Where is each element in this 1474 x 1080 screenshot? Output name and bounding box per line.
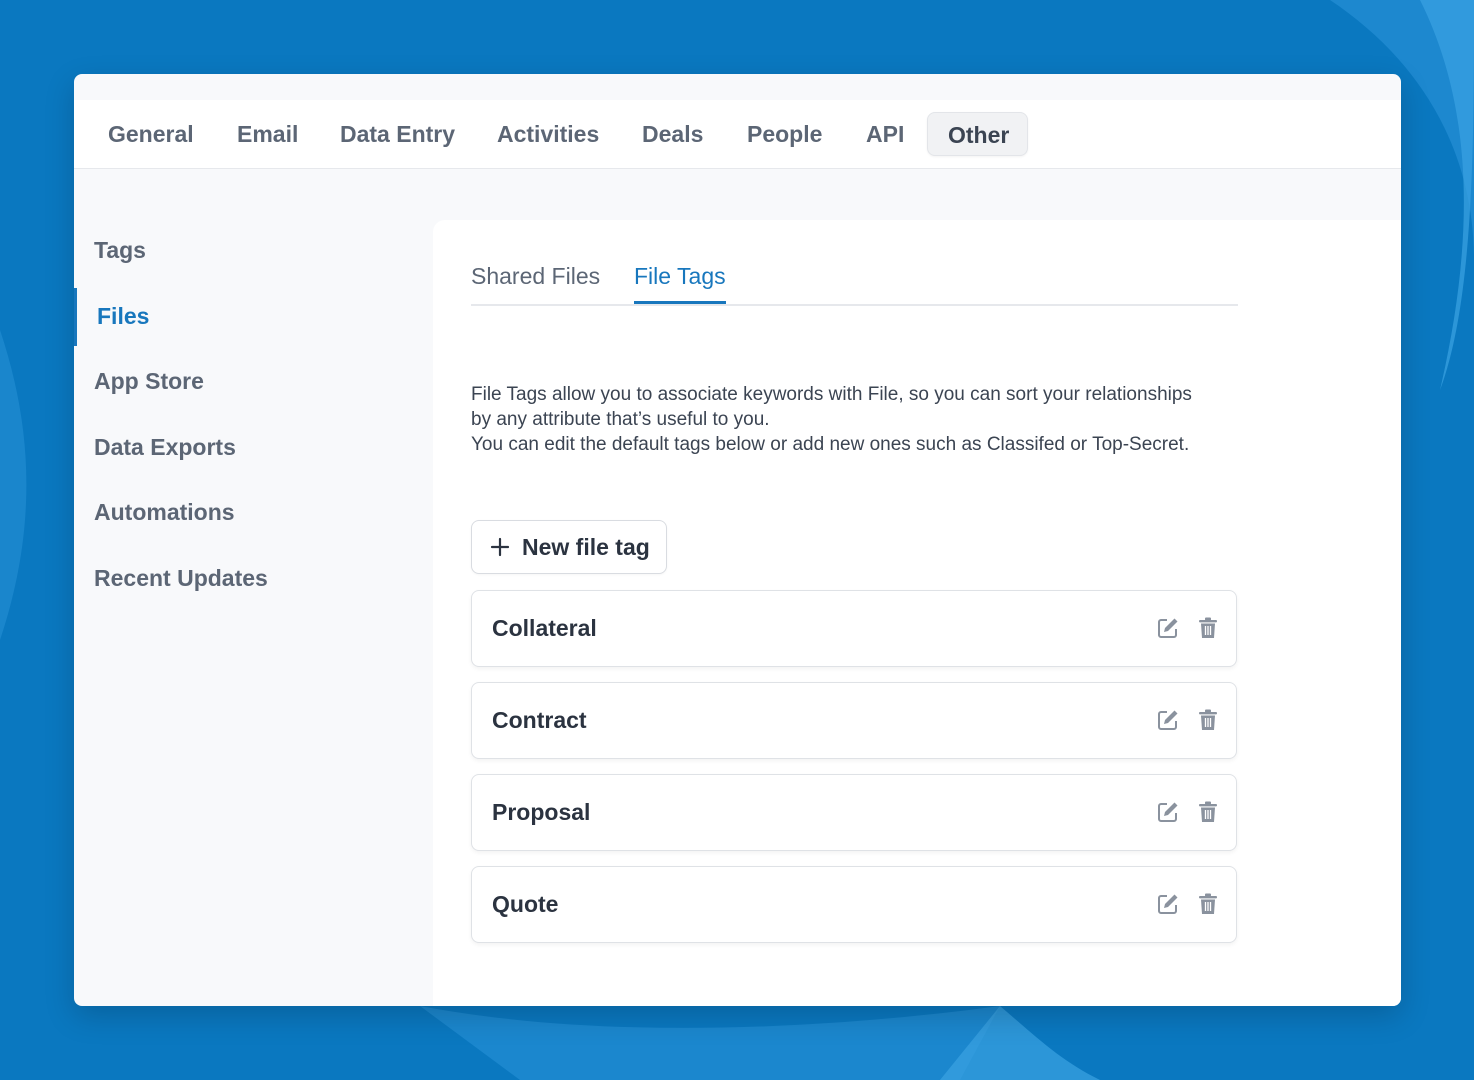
tab-other[interactable]: Other [927,112,1028,156]
sidebar-item-data-exports[interactable]: Data Exports [74,425,414,469]
tag-name: Collateral [492,615,597,641]
settings-window: General Email Data Entry Activities Deal… [74,74,1401,1006]
trash-icon[interactable] [1196,616,1220,640]
trash-icon[interactable] [1196,892,1220,916]
sidebar: Tags Files App Store Data Exports Automa… [74,220,434,620]
trash-icon[interactable] [1196,800,1220,824]
sidebar-item-app-store[interactable]: App Store [74,359,414,403]
description-line-1: File Tags allow you to associate keyword… [471,384,1192,430]
trash-icon[interactable] [1196,708,1220,732]
edit-icon[interactable] [1156,800,1180,824]
tag-row: Quote [471,866,1237,943]
tab-deals[interactable]: Deals [622,112,723,156]
top-navigation: General Email Data Entry Activities Deal… [74,100,1401,169]
new-file-tag-label: New file tag [522,533,650,560]
tab-api[interactable]: API [846,112,924,156]
tab-file-tags[interactable]: File Tags [634,256,726,304]
edit-icon[interactable] [1156,892,1180,916]
tab-activities[interactable]: Activities [477,112,619,156]
tag-name: Quote [492,891,559,917]
edit-icon[interactable] [1156,616,1180,640]
sidebar-item-recent-updates[interactable]: Recent Updates [74,556,414,600]
plus-icon [490,537,510,557]
edit-icon[interactable] [1156,708,1180,732]
tab-general[interactable]: General [88,112,214,156]
subtabs: Shared Files File Tags [471,256,1238,306]
content-panel: Shared Files File Tags File Tags allow y… [433,220,1401,1006]
tag-name: Proposal [492,799,591,825]
tab-email[interactable]: Email [217,112,318,156]
tag-name: Contract [492,707,587,733]
tag-row: Contract [471,682,1237,759]
tab-shared-files[interactable]: Shared Files [471,256,600,302]
description: File Tags allow you to associate keyword… [471,382,1201,457]
tag-row: Proposal [471,774,1237,851]
tab-people[interactable]: People [727,112,842,156]
tab-data-entry[interactable]: Data Entry [320,112,475,156]
sidebar-item-tags[interactable]: Tags [74,228,414,272]
description-line-2: You can edit the default tags below or a… [471,434,1190,455]
sidebar-item-files[interactable]: Files [74,288,414,346]
tag-row: Collateral [471,590,1237,667]
sidebar-item-automations[interactable]: Automations [74,490,414,534]
new-file-tag-button[interactable]: New file tag [471,520,667,574]
